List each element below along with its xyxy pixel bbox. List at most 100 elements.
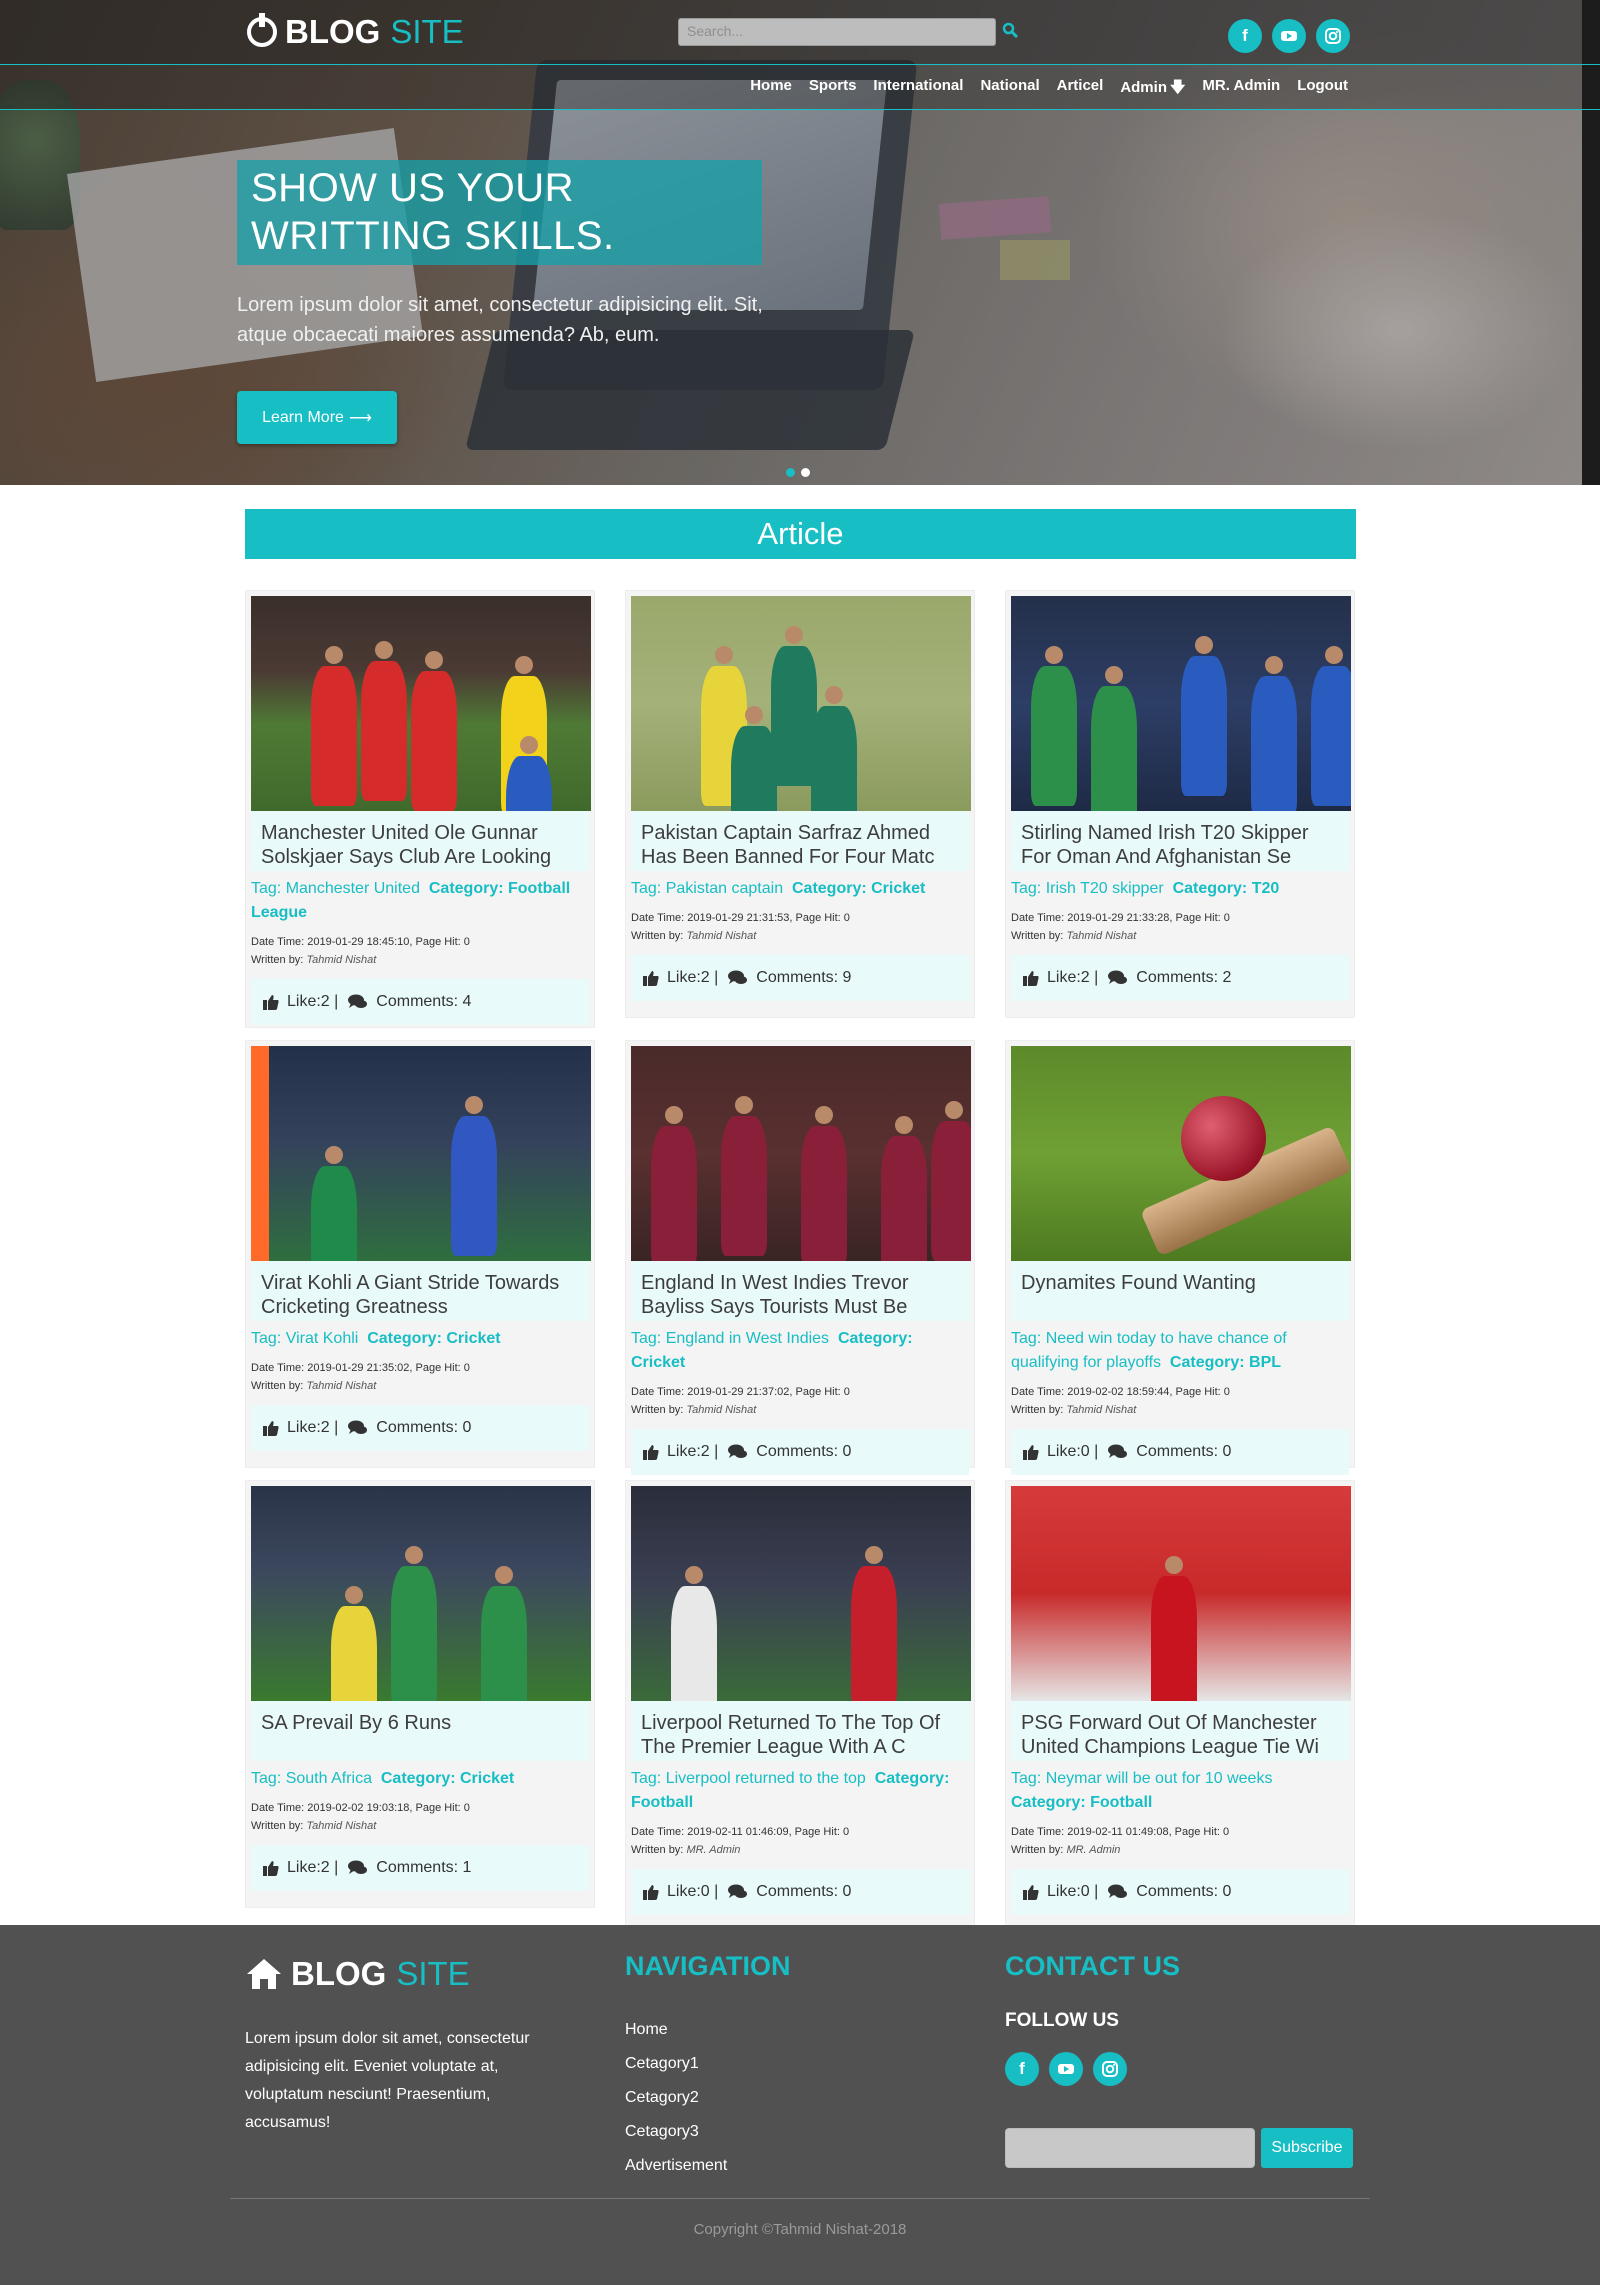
comments-icon[interactable] [1108,1884,1128,1900]
article-image[interactable] [1011,1046,1351,1261]
article-card[interactable]: England In West Indies Trevor Bayliss Sa… [625,1040,975,1475]
nav-international[interactable]: International [873,77,963,102]
article-image[interactable] [1011,1486,1351,1701]
article-image[interactable] [631,1486,971,1701]
thumbs-up-icon[interactable] [1023,970,1039,986]
comments-icon[interactable] [728,970,748,986]
footer-link-cetagory2[interactable]: Cetagory2 [625,2081,727,2115]
article-card[interactable]: Stirling Named Irish T20 Skipper For Oma… [1005,590,1355,1018]
learn-more-button[interactable]: Learn More ⟶ [237,391,397,444]
comments-icon[interactable] [1108,970,1128,986]
article-image[interactable] [631,596,971,811]
nav-admin-dropdown[interactable]: Admin 🡇 [1120,77,1185,102]
article-card[interactable]: Manchester United Ole Gunnar Solskjaer S… [245,590,595,1028]
article-tag[interactable]: Tag: Virat Kohli [251,1330,358,1347]
comment-count[interactable]: Comments: 9 [756,969,851,987]
article-image[interactable] [251,1486,591,1701]
article-image[interactable] [251,1046,591,1261]
article-card[interactable]: Virat Kohli A Giant Stride Towards Crick… [245,1040,595,1468]
instagram-icon[interactable] [1093,2052,1127,2086]
article-image[interactable] [251,596,591,811]
article-card[interactable]: Dynamites Found Wanting Tag: Need win tod… [1005,1040,1355,1475]
thumbs-up-icon[interactable] [643,1444,659,1460]
instagram-icon[interactable] [1316,19,1350,53]
comments-icon[interactable] [348,1860,368,1876]
carousel-dot[interactable] [801,468,810,477]
nav-home[interactable]: Home [750,77,792,102]
article-category[interactable]: Category: BPL [1170,1354,1281,1371]
like-count[interactable]: Like:2 | [1047,969,1098,987]
thumbs-up-icon[interactable] [643,1884,659,1900]
article-card[interactable]: Liverpool Returned To The Top Of The Pre… [625,1480,975,1956]
comments-icon[interactable] [1108,1444,1128,1460]
comments-icon[interactable] [348,994,368,1010]
like-count[interactable]: Like:2 | [287,993,338,1011]
search-icon[interactable] [1002,22,1018,38]
comment-count[interactable]: Comments: 0 [756,1443,851,1461]
article-tag[interactable]: Tag: South Africa [251,1770,372,1787]
like-count[interactable]: Like:2 | [287,1419,338,1437]
thumbs-up-icon[interactable] [643,970,659,986]
youtube-icon[interactable] [1049,2052,1083,2086]
footer-logo[interactable]: BLOG SITE [245,1955,470,1993]
article-title[interactable]: Manchester United Ole Gunnar Solskjaer S… [251,811,589,871]
comment-count[interactable]: Comments: 0 [1136,1443,1231,1461]
article-tag[interactable]: Tag: Neymar will be out for 10 weeks [1011,1770,1272,1787]
nav-logout[interactable]: Logout [1297,77,1348,102]
carousel-dot[interactable] [786,468,795,477]
like-count[interactable]: Like:0 | [1047,1883,1098,1901]
article-title[interactable]: Pakistan Captain Sarfraz Ahmed Has Been … [631,811,969,871]
thumbs-up-icon[interactable] [1023,1444,1039,1460]
footer-link-advertisement[interactable]: Advertisement [625,2149,727,2183]
nav-articel[interactable]: Articel [1057,77,1104,102]
comments-icon[interactable] [348,1420,368,1436]
article-category[interactable]: Category: Cricket [367,1330,500,1347]
comment-count[interactable]: Comments: 1 [376,1859,471,1877]
site-logo[interactable]: BLOG SITE [247,12,464,52]
article-tag[interactable]: Tag: Manchester United [251,880,420,897]
like-count[interactable]: Like:0 | [1047,1443,1098,1461]
comments-icon[interactable] [728,1884,748,1900]
footer-link-home[interactable]: Home [625,2013,727,2047]
article-title[interactable]: SA Prevail By 6 Runs [251,1701,589,1761]
footer-link-cetagory3[interactable]: Cetagory3 [625,2115,727,2149]
article-card[interactable]: PSG Forward Out Of Manchester United Cha… [1005,1480,1355,1956]
article-image[interactable] [631,1046,971,1261]
search-input[interactable]: Search... [678,18,996,46]
thumbs-up-icon[interactable] [1023,1884,1039,1900]
like-count[interactable]: Like:2 | [667,969,718,987]
comment-count[interactable]: Comments: 4 [376,993,471,1011]
article-card[interactable]: Pakistan Captain Sarfraz Ahmed Has Been … [625,590,975,1018]
subscribe-button[interactable]: Subscribe [1261,2128,1353,2168]
nav-mr-admin[interactable]: MR. Admin [1202,77,1280,102]
article-tag[interactable]: Tag: Pakistan captain [631,880,783,897]
article-title[interactable]: Liverpool Returned To The Top Of The Pre… [631,1701,969,1761]
like-count[interactable]: Like:0 | [667,1883,718,1901]
article-category[interactable]: Category: T20 [1173,880,1280,897]
footer-link-cetagory1[interactable]: Cetagory1 [625,2047,727,2081]
article-tag[interactable]: Tag: England in West Indies [631,1330,829,1347]
article-title[interactable]: Stirling Named Irish T20 Skipper For Oma… [1011,811,1349,871]
comment-count[interactable]: Comments: 0 [756,1883,851,1901]
comment-count[interactable]: Comments: 2 [1136,969,1231,987]
comments-icon[interactable] [728,1444,748,1460]
nav-national[interactable]: National [980,77,1039,102]
article-card[interactable]: SA Prevail By 6 Runs Tag: South Africa Ca… [245,1480,595,1908]
like-count[interactable]: Like:2 | [667,1443,718,1461]
article-tag[interactable]: Tag: Liverpool returned to the top [631,1770,866,1787]
article-title[interactable]: PSG Forward Out Of Manchester United Cha… [1011,1701,1349,1761]
comment-count[interactable]: Comments: 0 [1136,1883,1231,1901]
facebook-icon[interactable]: f [1005,2052,1039,2086]
thumbs-up-icon[interactable] [263,994,279,1010]
youtube-icon[interactable] [1272,19,1306,53]
article-title[interactable]: Virat Kohli A Giant Stride Towards Crick… [251,1261,589,1321]
facebook-icon[interactable]: f [1228,19,1262,53]
article-category[interactable]: Category: Football [1011,1794,1152,1811]
article-image[interactable] [1011,596,1351,811]
article-title[interactable]: Dynamites Found Wanting [1011,1261,1349,1321]
subscribe-email-input[interactable] [1005,2128,1255,2168]
thumbs-up-icon[interactable] [263,1860,279,1876]
article-category[interactable]: Category: Cricket [792,880,925,897]
comment-count[interactable]: Comments: 0 [376,1419,471,1437]
like-count[interactable]: Like:2 | [287,1859,338,1877]
